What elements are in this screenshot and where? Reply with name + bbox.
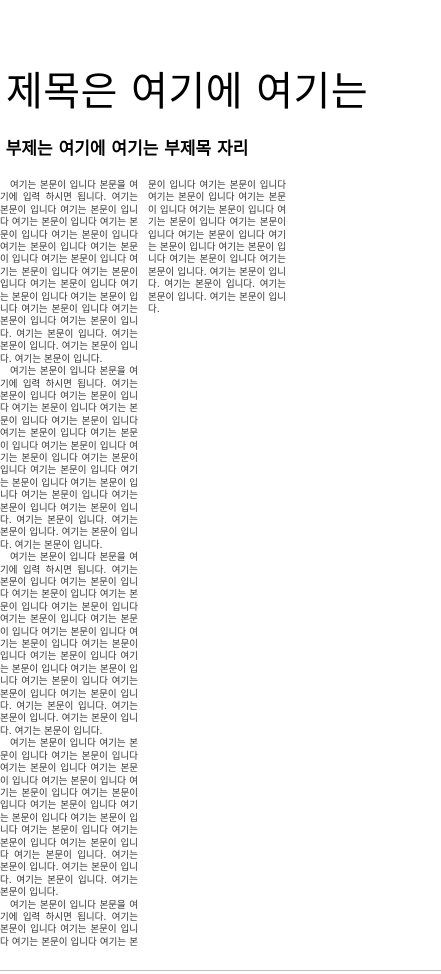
page-subtitle: 부제는 여기에 여기는 부제목 자리	[6, 139, 249, 159]
page-bottom-divider	[0, 970, 441, 971]
page-title: 제목은 여기에 여기는	[6, 69, 369, 115]
body-text-columns: 여기는 본문이 입니다 본문을 여기에 입력 하시면 됩니다. 여기는 본문이 …	[0, 180, 286, 950]
body-paragraph-1: 여기는 본문이 입니다 본문을 여기에 입력 하시면 됩니다. 여기는 본문이 …	[0, 180, 138, 365]
body-paragraph-4: 여기는 본문이 입니다 여기는 본문이 입니다 여기는 본문이 입니다 여기는 …	[0, 738, 138, 899]
body-paragraph-2: 여기는 본문이 입니다 본문을 여기에 입력 하시면 됩니다. 여기는 본문이 …	[0, 366, 138, 551]
body-paragraph-3: 여기는 본문이 입니다 본문을 여기에 입력 하시면 됩니다. 여기는 본문이 …	[0, 552, 138, 737]
document-page: 제목은 여기에 여기는 부제는 여기에 여기는 부제목 자리 여기는 본문이 입…	[0, 0, 441, 970]
